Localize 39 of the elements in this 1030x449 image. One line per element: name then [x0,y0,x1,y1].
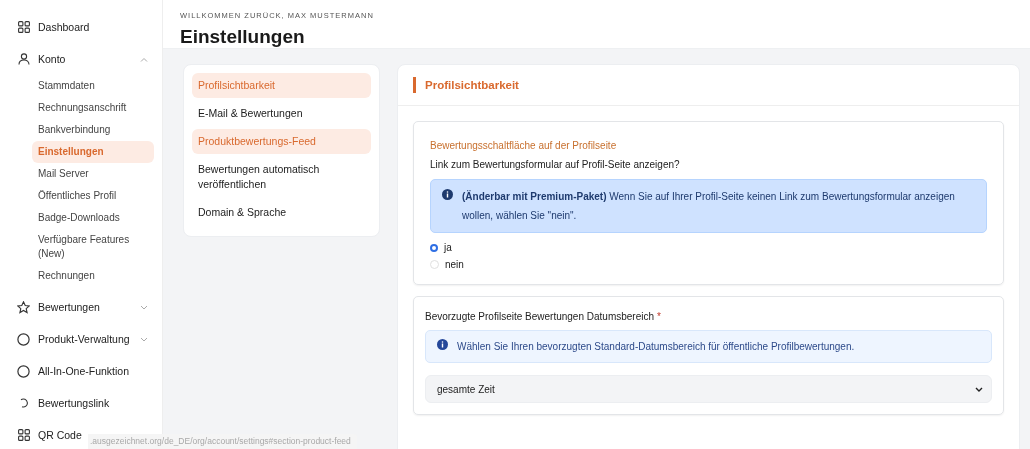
section-heading: Bewertungsschaltfläche auf der Profilseite [430,140,618,151]
person-icon [17,53,30,65]
sidebar-subitem[interactable]: Bankverbindung [32,119,154,141]
star-icon [17,300,30,314]
sidebar-item[interactable]: Konto [10,43,156,75]
sidebar-item[interactable]: All-In-One-Funktion [10,355,156,387]
info-icon [442,189,453,200]
required-mark: * [657,311,661,322]
date-range-select[interactable]: gesamte Zeit [425,375,992,403]
sidebar-subitem[interactable]: Mail Server [32,163,154,185]
field-label: Bevorzugte Profilseite Bewertungen Datumsbereich [425,311,654,322]
sidebar-subitem[interactable]: Öffentliches Profil [32,185,154,207]
sidebar-subitem[interactable]: Rechnungen [32,265,154,287]
radio-option[interactable]: ja [430,242,452,253]
sidebar-item[interactable]: Produkt-Verwaltung [10,323,156,355]
sidebar-item[interactable]: Bewertungen [10,291,156,323]
grid-icon [17,21,30,33]
sidebar-item[interactable]: Bewertungslink [10,387,156,419]
panel-title: Profilsichtbarkeit [413,77,519,93]
info-text: (Änderbar mit Premium-Paket) Wenn Sie auf Ihrer Profil-Seite keinen Link zum Bewertungsformular anzeigen wollen, wählen Sie "nein". [462,189,956,223]
settings-nav-item[interactable]: Bewertungen automatisch veröffentlichen [192,157,371,197]
info-icon [437,339,448,350]
info-text: Wählen Sie Ihren bevorzugten Standard-Datumsbereich für öffentliche Profilbewertungen. [457,340,855,354]
settings-nav-item[interactable]: E-Mail & Bewertungen [192,101,371,126]
chevron-icon [975,386,983,392]
sidebar-subitem[interactable]: Stammdaten [32,75,154,97]
arc-icon [18,398,29,408]
settings-nav-item[interactable]: Domain & Sprache [192,200,371,225]
sidebar-item[interactable]: Dashboard [10,11,156,43]
radio-option[interactable]: nein [430,259,464,270]
sidebar-subitem[interactable]: Badge-Downloads [32,207,154,229]
question-text: Link zum Bewertungsformular auf Profil-Seite anzeigen? [430,159,681,170]
sidebar-subitem[interactable]: Rechnungsanschrift [32,97,154,119]
circle-icon [17,364,30,378]
sidebar-subitem[interactable]: Verfügbare Features (New) [32,229,154,265]
page-title: Einstellungen [180,26,306,48]
grid-icon [17,429,30,441]
radio-button[interactable] [430,243,438,252]
circle-icon [17,332,30,346]
